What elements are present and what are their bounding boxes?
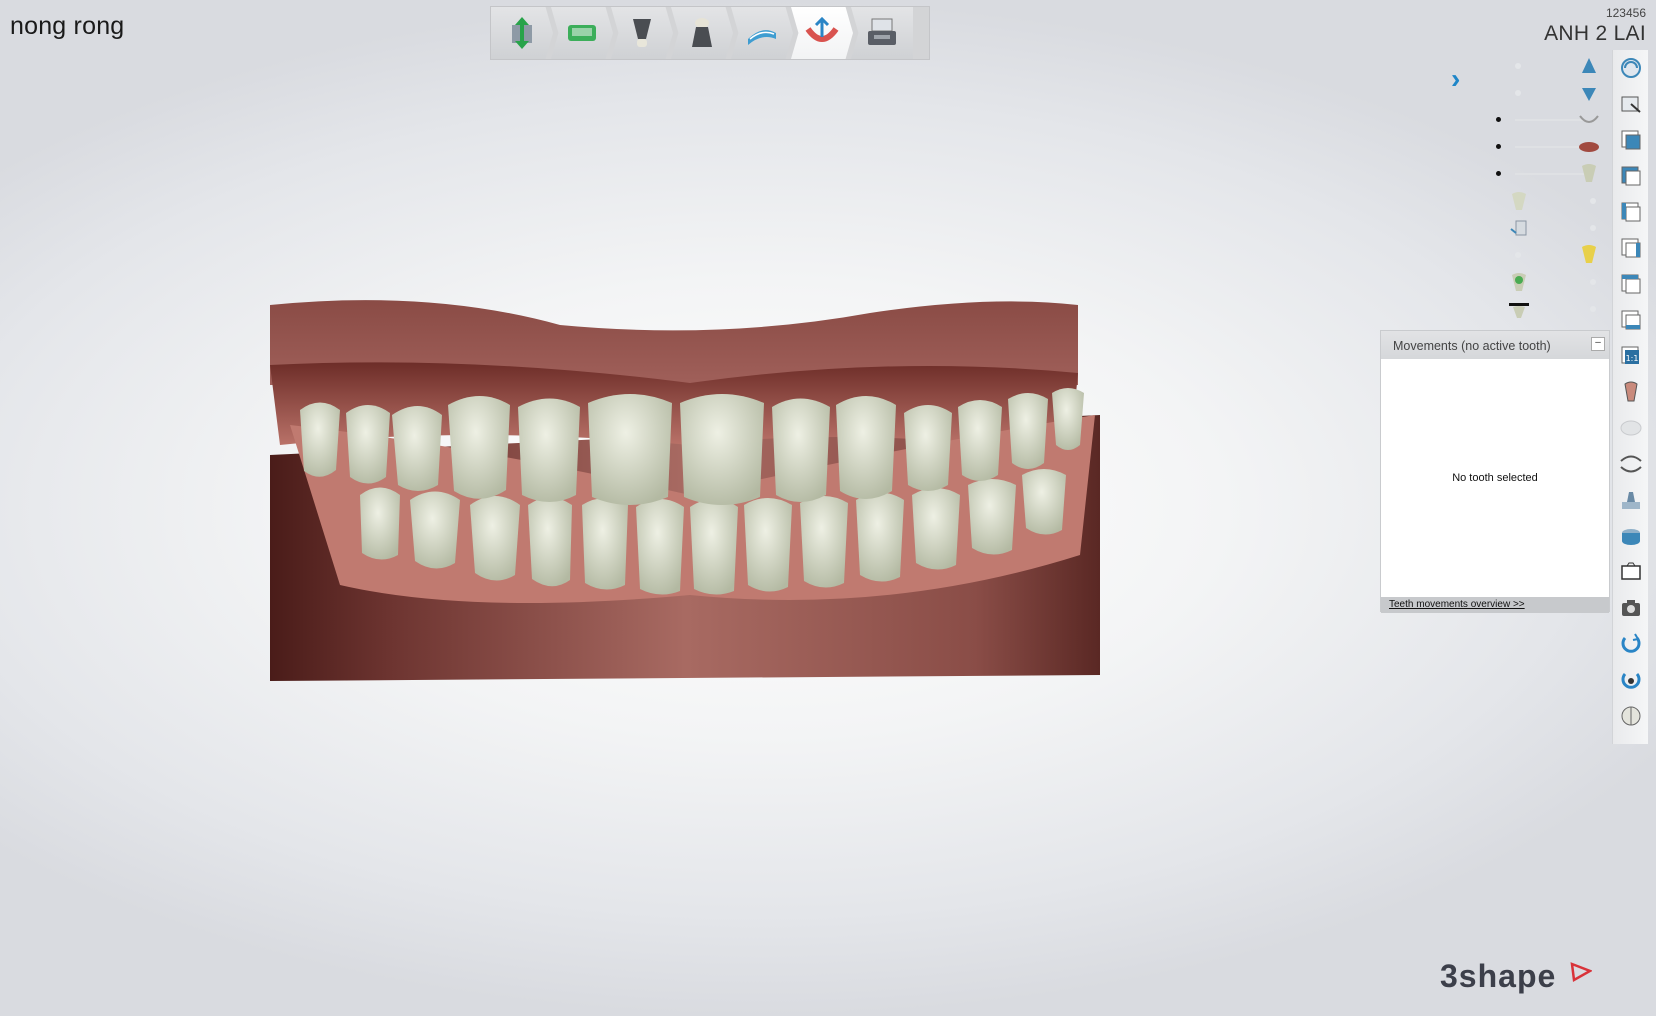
- camera-button[interactable]: [1617, 594, 1645, 622]
- view-back-button[interactable]: [1617, 162, 1645, 190]
- visibility-toggle[interactable]: [1590, 225, 1596, 231]
- minimize-button[interactable]: –: [1591, 337, 1605, 351]
- tooth-tool-button[interactable]: [1617, 486, 1645, 514]
- arch-icon: [748, 30, 776, 45]
- visibility-toggle[interactable]: [1590, 306, 1596, 312]
- view-left-button[interactable]: [1617, 198, 1645, 226]
- workflow-step-die[interactable]: [611, 7, 673, 59]
- dental-model-viewport[interactable]: [270, 295, 1170, 685]
- view-right-button[interactable]: [1617, 234, 1645, 262]
- tooth-select-button[interactable]: [1617, 378, 1645, 406]
- view-tools-bar: 1:1: [1612, 50, 1648, 744]
- workflow-step-ortho-setup[interactable]: [791, 7, 853, 59]
- scan-icon: [512, 17, 532, 49]
- upper-jaw-icon[interactable]: [1578, 55, 1600, 77]
- undo-icon: [1621, 633, 1641, 653]
- workflow-step-crown[interactable]: [671, 7, 733, 59]
- rotate-view-icon: [1621, 58, 1641, 78]
- workflow-toolbar: [490, 6, 930, 60]
- pan-view-button[interactable]: [1617, 90, 1645, 118]
- case-title: ANH 2 LAI: [1544, 22, 1646, 45]
- reset-view-icon: [1621, 673, 1641, 689]
- order-id: 123456: [1605, 6, 1646, 20]
- highlighted-tooth-icon[interactable]: [1578, 243, 1600, 265]
- workflow-step-model[interactable]: [551, 7, 613, 59]
- logo-mark-icon: [1570, 962, 1592, 983]
- workflow-step-scan[interactable]: [491, 7, 553, 59]
- view-top-button[interactable]: [1617, 270, 1645, 298]
- occlusion-icon: [1620, 455, 1642, 473]
- occlusal-plane-icon[interactable]: [1508, 298, 1530, 320]
- visibility-toggle[interactable]: [1496, 117, 1501, 122]
- view-bottom-icon: [1621, 310, 1641, 330]
- screenshot-icon: [1621, 562, 1641, 580]
- tooth-icon[interactable]: [1578, 162, 1600, 184]
- svg-text:1:1: 1:1: [1626, 354, 1639, 363]
- teeth-movements-overview-link[interactable]: Teeth movements overview >>: [1389, 599, 1525, 610]
- view-front-icon: [1621, 130, 1641, 150]
- visibility-icon: [1621, 706, 1641, 726]
- transparency-slider[interactable]: [1515, 146, 1585, 148]
- camera-icon: [1622, 600, 1640, 616]
- view-front-button[interactable]: [1617, 126, 1645, 154]
- model-icon: [568, 25, 596, 41]
- workflow-step-arch[interactable]: [731, 7, 793, 59]
- model-base-button[interactable]: [1617, 522, 1645, 550]
- lower-jaw-icon[interactable]: [1578, 82, 1600, 104]
- rotate-view-button[interactable]: [1617, 54, 1645, 82]
- crown-icon: [692, 18, 712, 47]
- reset-view-button[interactable]: [1617, 666, 1645, 694]
- brand-logo: 3shape: [1440, 958, 1557, 994]
- tooth-tool-icon: [1622, 492, 1640, 509]
- view-bottom-button[interactable]: [1617, 306, 1645, 334]
- view-left-icon: [1621, 202, 1641, 222]
- view-right-icon: [1621, 238, 1641, 258]
- die-icon: [633, 19, 651, 47]
- movements-panel: Movements (no active tooth) – No tooth s…: [1380, 330, 1610, 613]
- movements-panel-body: No tooth selected: [1381, 359, 1609, 597]
- visibility-toggle[interactable]: [1496, 171, 1501, 176]
- undo-button[interactable]: [1617, 630, 1645, 658]
- visibility-button[interactable]: [1617, 702, 1645, 730]
- zoom-1to1-button[interactable]: 1:1: [1617, 342, 1645, 370]
- marked-tooth-icon[interactable]: [1508, 271, 1530, 293]
- gum-icon: [1620, 420, 1642, 436]
- transparency-slider[interactable]: [1515, 119, 1585, 121]
- gum-model-icon[interactable]: [1578, 135, 1600, 157]
- occlusion-button[interactable]: [1617, 450, 1645, 478]
- ortho-setup-icon: [805, 16, 839, 42]
- zoom-1to1-icon: 1:1: [1621, 346, 1639, 364]
- movements-panel-header: Movements (no active tooth) –: [1381, 331, 1609, 359]
- expand-panel-button[interactable]: ›: [1451, 65, 1471, 93]
- visibility-toggle[interactable]: [1590, 279, 1596, 285]
- visibility-toggle[interactable]: [1515, 90, 1521, 96]
- workflow-step-print[interactable]: [851, 7, 913, 59]
- no-tooth-message: No tooth selected: [1452, 472, 1538, 484]
- print-icon: [868, 18, 896, 45]
- patient-name: nong rong: [10, 12, 125, 40]
- tooth-select-icon: [1624, 381, 1638, 402]
- visibility-toggle[interactable]: [1515, 252, 1521, 258]
- arch-outline-icon[interactable]: [1578, 108, 1600, 130]
- visibility-toggle[interactable]: [1496, 144, 1501, 149]
- visibility-toggle[interactable]: [1515, 63, 1521, 69]
- screenshot-button[interactable]: [1617, 558, 1645, 586]
- view-back-icon: [1621, 166, 1641, 186]
- transparency-slider[interactable]: [1515, 173, 1585, 175]
- gum-button[interactable]: [1617, 414, 1645, 442]
- attachment-icon[interactable]: [1508, 217, 1530, 239]
- visibility-toggle[interactable]: [1590, 198, 1596, 204]
- movements-panel-footer: Teeth movements overview >>: [1381, 597, 1609, 613]
- movements-panel-title: Movements (no active tooth): [1393, 339, 1551, 353]
- pan-view-icon: [1621, 96, 1641, 113]
- model-base-icon: [1622, 529, 1640, 545]
- tooth-icon[interactable]: [1508, 190, 1530, 212]
- view-top-icon: [1621, 274, 1641, 294]
